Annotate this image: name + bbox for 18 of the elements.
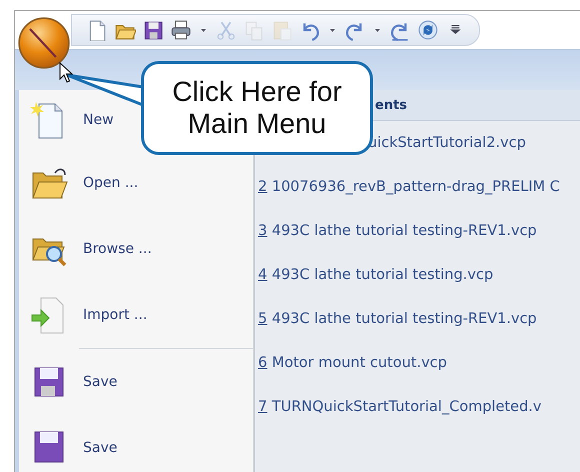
menu-item[interactable]: Open ... (19, 150, 253, 216)
menu-item[interactable]: Import ... (19, 282, 253, 348)
recent-file[interactable]: 5 493C lathe tutorial testing-REV1.vcp (258, 311, 537, 327)
recent-file[interactable]: 2 10076936_revB_pattern-drag_PRELIM C (258, 179, 560, 195)
menu-item[interactable]: Browse ... (19, 216, 253, 282)
menu-item[interactable]: Save (19, 415, 253, 472)
callout-text: Click Here for (172, 76, 342, 108)
recent-file[interactable]: 4 493C lathe tutorial testing.vcp (258, 267, 494, 283)
callout-text: Main Menu (188, 108, 326, 140)
refresh-icon[interactable] (417, 19, 439, 41)
save-icon[interactable] (142, 19, 164, 41)
cursor-icon (59, 62, 73, 84)
print-icon[interactable] (170, 19, 192, 41)
panel-heading: ents (375, 98, 408, 112)
menu-item[interactable]: Save (19, 349, 253, 415)
recent-file[interactable]: 3 493C lathe tutorial testing-REV1.vcp (258, 223, 537, 239)
recent-file[interactable]: 6 Motor mount cutout.vcp (258, 355, 447, 371)
recent-file[interactable]: 7 TURNQuickStartTutorial_Completed.v (258, 399, 542, 415)
